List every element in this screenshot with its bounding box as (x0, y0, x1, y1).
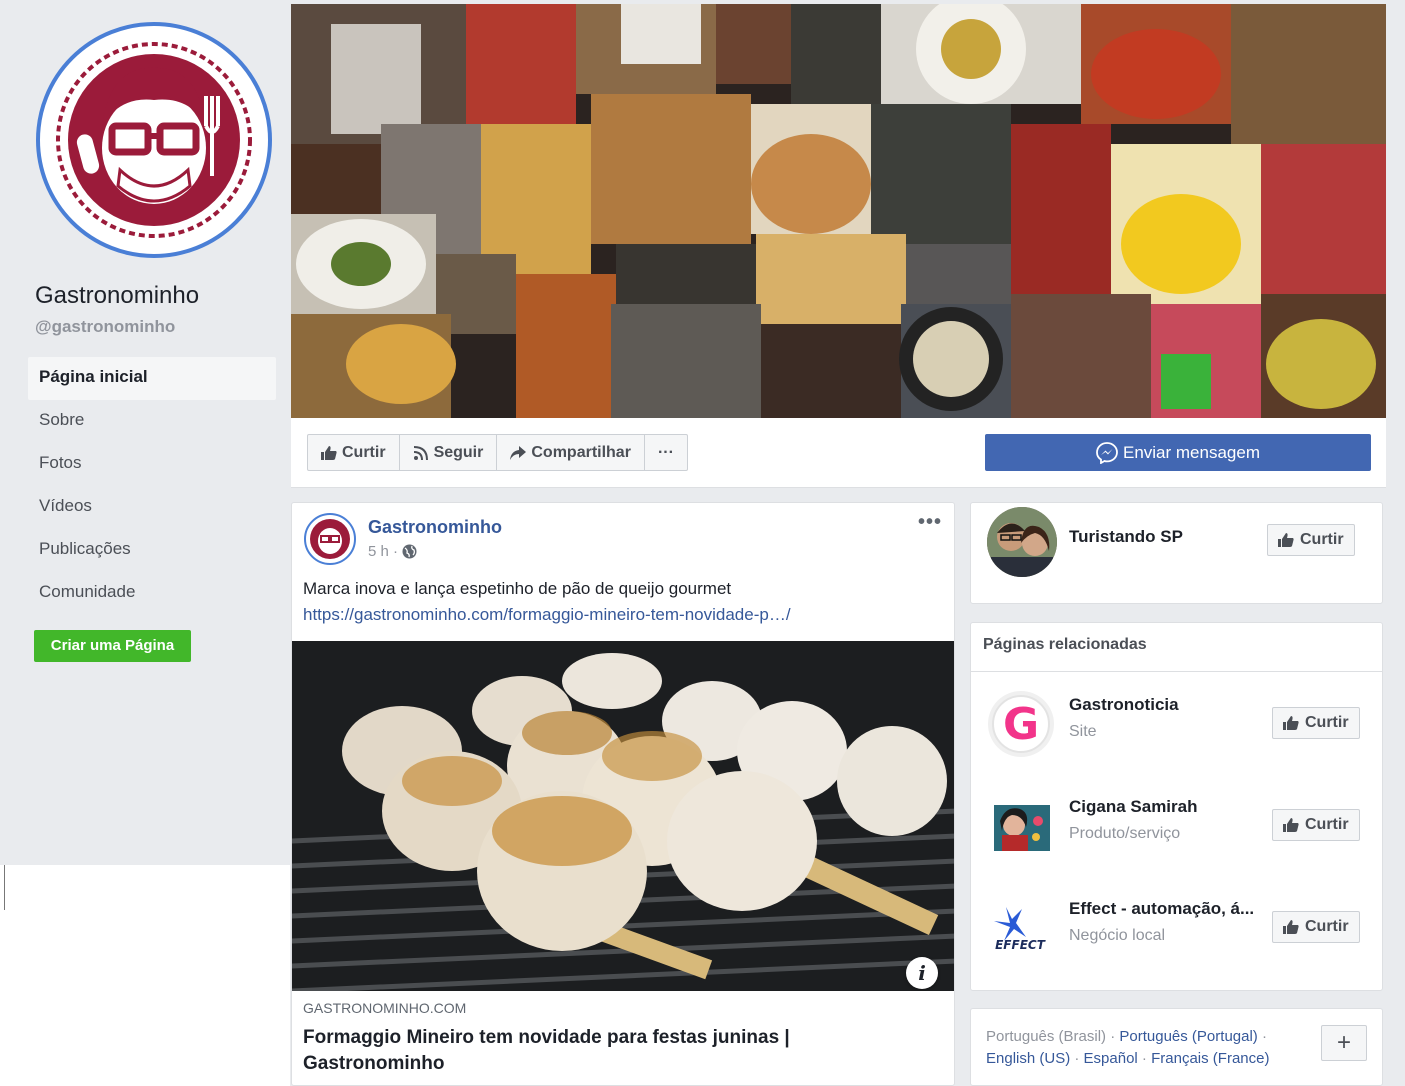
post-link[interactable]: https://gastronominho.com/formaggio-mine… (303, 605, 791, 625)
like-label: Curtir (1305, 714, 1349, 731)
post-author-name[interactable]: Gastronominho (368, 517, 502, 538)
related-page-item: G Gastronoticia Site Curtir (971, 685, 1382, 765)
like-related-page-button[interactable]: Curtir (1272, 911, 1360, 943)
cheese-bread-skewer-image (292, 641, 954, 991)
follow-page-button[interactable]: Seguir (400, 435, 498, 470)
like-label: Curtir (1305, 816, 1349, 833)
related-page-category: Produto/serviço (1069, 825, 1181, 842)
share-arrow-icon (510, 445, 527, 460)
cover-photo[interactable] (291, 4, 1386, 418)
gastronominho-logo-icon (48, 34, 260, 246)
gastronominho-logo-icon (310, 519, 350, 559)
nav-item-videos[interactable]: Vídeos (28, 486, 276, 529)
page-name: Gastronominho (35, 282, 200, 309)
thumbs-up-icon (321, 445, 337, 460)
nav-item-home[interactable]: Página inicial (28, 357, 276, 400)
nav-item-posts[interactable]: Publicações (28, 529, 276, 572)
language-link[interactable]: Español (1084, 1050, 1138, 1067)
like-label: Curtir (1300, 531, 1344, 548)
nav-item-about[interactable]: Sobre (28, 400, 276, 443)
thumbs-up-icon (1278, 533, 1294, 547)
effect-logo-icon: EFFECT (986, 893, 1056, 963)
page-action-bar: Curtir Seguir Compartilhar ··· Enviar me… (291, 418, 1386, 488)
effect-text: EFFECT (995, 938, 1046, 952)
thumbs-up-icon (1283, 818, 1299, 832)
share-page-button[interactable]: Compartilhar (497, 435, 645, 470)
related-page-item: EFFECT Effect - automação, á... Negócio … (971, 889, 1382, 969)
food-collage-image (291, 4, 1386, 418)
action-button-group: Curtir Seguir Compartilhar ··· (307, 434, 688, 471)
left-sidebar: Gastronominho @gastronominho Página inic… (0, 0, 290, 865)
send-message-button[interactable]: Enviar mensagem (985, 434, 1371, 471)
like-page-button[interactable]: Curtir (308, 435, 400, 470)
share-label: Compartilhar (531, 444, 631, 461)
related-page-name[interactable]: Cigana Samirah (1069, 797, 1269, 817)
cigana-samirah-logo[interactable] (986, 791, 1056, 861)
post-timestamp[interactable]: 5 h · (368, 543, 417, 560)
couple-photo-image (987, 507, 1057, 577)
follow-label: Seguir (433, 444, 484, 461)
like-label: Curtir (342, 444, 386, 461)
suggested-page-name[interactable]: Turistando SP (1069, 527, 1183, 547)
messenger-icon (1096, 441, 1118, 464)
nav-item-community[interactable]: Comunidade (28, 572, 276, 615)
effect-logo[interactable]: EFFECT (986, 893, 1056, 963)
rss-follow-icon (413, 445, 428, 460)
related-page-category: Site (1069, 723, 1097, 740)
language-list: Português (Brasil) · Português (Portugal… (986, 1028, 1270, 1067)
globe-icon (402, 544, 417, 559)
gastronoticia-logo[interactable]: G (986, 689, 1056, 759)
related-pages-card: Páginas relacionadas G Gastronoticia Sit… (970, 622, 1383, 991)
related-page-name[interactable]: Gastronoticia (1069, 695, 1269, 715)
post-time-text: 5 h · (368, 543, 399, 560)
related-page-name[interactable]: Effect - automação, á... (1069, 899, 1269, 919)
post-link-image[interactable]: i (292, 641, 954, 991)
suggested-page-card: Turistando SP Curtir (970, 502, 1383, 604)
related-page-category: Negócio local (1069, 927, 1166, 944)
post-options-button[interactable]: ••• (918, 511, 942, 534)
more-languages-button[interactable]: + (1321, 1025, 1367, 1061)
page-handle: @gastronominho (35, 317, 176, 336)
link-preview-domain: GASTRONOMINHO.COM (303, 1000, 467, 1016)
thumbs-up-icon (1283, 920, 1299, 934)
language-link[interactable]: English (US) (986, 1050, 1070, 1067)
language-selector-card: Português (Brasil) · Português (Portugal… (970, 1008, 1383, 1086)
feed-post: Gastronominho 5 h · ••• Marca inova e la… (291, 502, 955, 1086)
post-author-avatar[interactable] (304, 513, 356, 565)
divider (4, 865, 5, 910)
thumbs-up-icon (1283, 716, 1299, 730)
post-text: Marca inova e lança espetinho de pão de … (303, 579, 732, 598)
like-related-page-button[interactable]: Curtir (1272, 809, 1360, 841)
like-label: Curtir (1305, 918, 1349, 935)
profile-picture[interactable] (36, 22, 272, 258)
cigana-samirah-image (994, 805, 1050, 851)
like-related-page-button[interactable]: Curtir (1272, 707, 1360, 739)
related-pages-heading: Páginas relacionadas (971, 623, 1382, 672)
related-page-item: Cigana Samirah Produto/serviço Curtir (971, 787, 1382, 867)
suggested-page-avatar[interactable] (987, 507, 1057, 577)
language-link[interactable]: Português (Portugal) (1119, 1028, 1257, 1045)
gastronoticia-logo-icon: G (988, 691, 1054, 757)
create-page-button[interactable]: Criar uma Página (34, 630, 191, 662)
page-nav: Página inicial Sobre Fotos Vídeos Public… (28, 357, 276, 615)
g-letter: G (1003, 699, 1039, 750)
page-background-white (0, 865, 290, 1086)
more-options-button[interactable]: ··· (645, 435, 687, 470)
more-dots-icon: ··· (657, 444, 674, 461)
current-language: Português (Brasil) (986, 1028, 1107, 1045)
like-suggested-page-button[interactable]: Curtir (1267, 524, 1355, 556)
language-link[interactable]: Français (France) (1151, 1050, 1269, 1067)
info-icon[interactable]: i (906, 957, 938, 989)
nav-item-photos[interactable]: Fotos (28, 443, 276, 486)
link-preview-title[interactable]: Formaggio Mineiro tem novidade para fest… (303, 1025, 923, 1077)
send-message-label: Enviar mensagem (1122, 442, 1260, 462)
